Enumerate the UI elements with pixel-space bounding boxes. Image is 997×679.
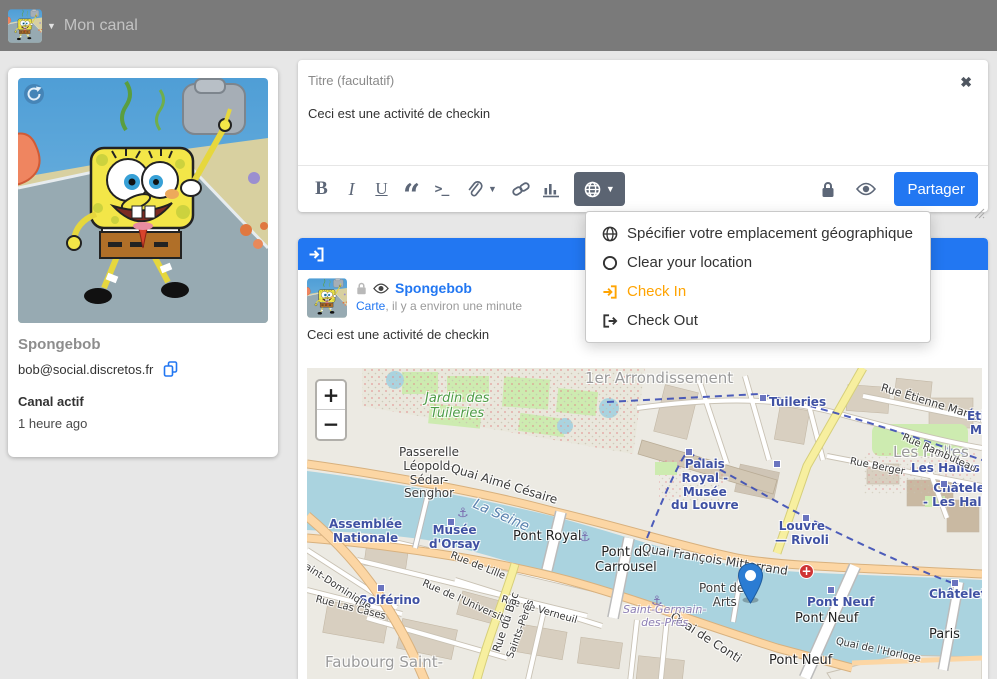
underline-button[interactable]: U	[368, 172, 395, 206]
insert-link-button[interactable]	[508, 172, 535, 206]
map-zoom-control: + −	[315, 379, 347, 441]
navbar-avatar[interactable]	[8, 9, 42, 43]
post-body-text: Ceci est une activité de checkin	[307, 327, 489, 342]
chevron-down-icon: ▼	[606, 184, 615, 194]
chevron-down-icon[interactable]: ▼	[47, 21, 56, 31]
copy-icon	[163, 361, 178, 377]
menu-item-label: Spécifier votre emplacement géographique	[627, 225, 913, 242]
close-icon[interactable]: ✖	[960, 75, 972, 89]
sign-out-icon	[602, 313, 618, 329]
chevron-down-icon: ▼	[488, 184, 497, 194]
menu-item-set-location[interactable]: Spécifier votre emplacement géographique	[586, 219, 930, 248]
editor-toolbar: B I U “ >_ ▼	[298, 165, 988, 212]
link-icon	[512, 181, 530, 197]
globe-icon	[584, 181, 601, 198]
channel-status-label: Canal actif	[18, 394, 268, 409]
menu-item-clear-location[interactable]: Clear your location	[586, 248, 930, 277]
spongebob-avatar-image	[8, 9, 42, 43]
post-location-link[interactable]: Carte	[356, 299, 385, 313]
quote-button[interactable]: “	[398, 172, 425, 206]
lock-icon	[356, 282, 367, 295]
eye-icon	[856, 182, 876, 196]
copy-address-button[interactable]	[163, 361, 178, 377]
globe-icon	[602, 226, 618, 242]
spongebob-avatar-image	[307, 278, 347, 318]
preview-button[interactable]	[852, 172, 879, 206]
profile-image[interactable]	[18, 78, 268, 323]
menu-item-label: Check In	[627, 283, 686, 300]
italic-button[interactable]: I	[338, 172, 365, 206]
map-tiles	[307, 368, 982, 679]
attach-button[interactable]: ▼	[466, 172, 497, 206]
lock-icon	[821, 181, 835, 198]
location-button[interactable]: ▼	[574, 172, 625, 206]
poll-button[interactable]	[538, 172, 565, 206]
circle-outline-icon	[602, 255, 618, 271]
location-dropdown-menu: Spécifier votre emplacement géographique…	[585, 211, 931, 343]
sign-in-icon	[602, 284, 618, 300]
refresh-icon[interactable]	[23, 83, 45, 105]
post-timestamp: , il y a environ une minute	[385, 299, 522, 313]
map-marker-icon[interactable]	[738, 563, 763, 604]
eye-icon[interactable]	[373, 283, 389, 294]
menu-item-label: Clear your location	[627, 254, 752, 271]
navbar: ▼ Mon canal	[0, 0, 997, 51]
post-author-name[interactable]: Spongebob	[395, 280, 472, 296]
share-button[interactable]: Partager	[894, 172, 978, 206]
code-button[interactable]: >_	[428, 172, 455, 206]
menu-item-check-out[interactable]: Check Out	[586, 306, 930, 335]
title-input[interactable]	[298, 60, 953, 97]
bar-chart-icon	[542, 181, 560, 198]
spongebob-profile-image	[18, 78, 268, 323]
permissions-button[interactable]	[814, 172, 841, 206]
post-author-block: Spongebob Carte, il y a environ une minu…	[307, 278, 522, 318]
sign-in-icon	[308, 246, 325, 263]
post-author-avatar[interactable]	[307, 278, 347, 318]
paperclip-icon	[466, 180, 483, 198]
channel-title: Mon canal	[64, 17, 138, 35]
menu-item-label: Check Out	[627, 312, 698, 329]
profile-address: bob@social.discretos.fr	[18, 362, 153, 377]
zoom-out-button[interactable]: −	[317, 410, 345, 439]
post-body-textarea[interactable]: Ceci est une activité de checkin	[298, 97, 986, 163]
post-editor: ✖ Ceci est une activité de checkin B I U…	[298, 60, 988, 212]
profile-card: Spongebob bob@social.discretos.fr Canal …	[8, 68, 278, 457]
channel-status-time: 1 heure ago	[18, 416, 268, 431]
menu-item-check-in[interactable]: Check In	[586, 277, 930, 306]
profile-name: Spongebob	[18, 336, 268, 353]
bold-button[interactable]: B	[308, 172, 335, 206]
map[interactable]: 1er ArrondissementJardin des TuileriesTu…	[307, 368, 982, 679]
zoom-in-button[interactable]: +	[317, 381, 345, 410]
